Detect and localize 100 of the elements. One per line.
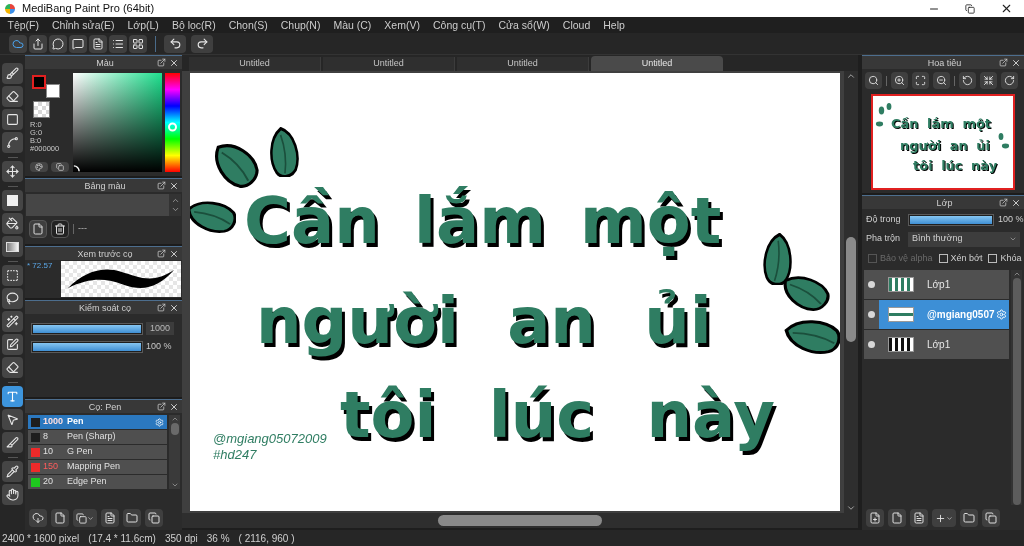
folder-button[interactable] [960, 509, 978, 527]
cloud-sync-button[interactable] [9, 34, 27, 53]
page-button[interactable] [89, 34, 107, 53]
menu-item[interactable]: Chọn(S) [222, 17, 275, 33]
navigator-button[interactable] [891, 72, 908, 89]
navigator-button[interactable] [1001, 72, 1018, 89]
menu-item[interactable]: Tệp(F) [1, 17, 46, 33]
share-button[interactable] [29, 34, 47, 53]
menu-item[interactable]: Chỉnh sửa(E) [45, 17, 121, 33]
brush-list-item[interactable]: 10 G Pen [28, 445, 167, 459]
navigator-button[interactable] [980, 72, 997, 89]
scrollbar-thumb[interactable] [846, 237, 856, 342]
navigator-button[interactable] [959, 72, 976, 89]
menu-item[interactable]: Công cụ(T) [426, 17, 492, 33]
color-picker-square[interactable] [73, 73, 162, 172]
scrollbar[interactable] [169, 415, 180, 489]
tool-button[interactable] [2, 334, 23, 355]
blend-mode-label: Pha trộn [866, 232, 902, 246]
palette-button[interactable] [30, 162, 48, 172]
navigator-button[interactable] [865, 72, 882, 89]
vertical-scrollbar[interactable] [844, 71, 858, 513]
canvas-tab[interactable]: Untitled [323, 57, 455, 71]
tool-button[interactable] [2, 409, 23, 430]
tool-button[interactable] [2, 461, 23, 482]
palette-swatch-area[interactable] [26, 194, 169, 216]
restore-icon [965, 3, 975, 14]
hue-slider[interactable] [165, 73, 180, 172]
layer-item[interactable]: Lớp1 [879, 330, 1009, 359]
layer-thumbnail [888, 337, 914, 352]
tool-button[interactable] [2, 484, 23, 505]
tool-button[interactable] [2, 63, 23, 84]
tool-button[interactable] [2, 386, 23, 407]
color-swatch[interactable] [46, 84, 60, 98]
redo-button[interactable] [191, 34, 213, 53]
layer-item[interactable]: Lớp1 [879, 270, 1009, 299]
add-layer-button[interactable] [932, 509, 956, 527]
copy-brush-button[interactable] [73, 509, 97, 527]
duplicate-layer-button[interactable] [982, 509, 1000, 527]
speech-bubble-button[interactable] [49, 34, 67, 53]
menu-item[interactable]: Lớp(L) [120, 17, 166, 33]
tool-button[interactable] [2, 86, 23, 107]
navigator-button[interactable] [933, 72, 950, 89]
file-icon [54, 512, 66, 524]
grid-button[interactable] [129, 34, 147, 53]
tool-button[interactable] [2, 190, 23, 211]
color-swatch[interactable] [32, 75, 46, 89]
scrollbar-thumb[interactable] [1012, 278, 1021, 505]
new-brush-button[interactable] [51, 509, 69, 527]
tool-button[interactable] [2, 432, 23, 453]
menu-item[interactable]: Xem(V) [377, 17, 427, 33]
menu-item[interactable]: Bộ lọc(R) [165, 17, 223, 33]
folder-button[interactable] [123, 509, 141, 527]
horizontal-scrollbar[interactable] [182, 513, 858, 528]
navigator-button[interactable] [912, 72, 929, 89]
tool-button[interactable] [2, 213, 23, 234]
tool-button[interactable] [2, 311, 23, 332]
new-layer-button[interactable] [866, 509, 884, 527]
menu-item[interactable]: Help [596, 17, 632, 33]
cloud-download-button[interactable] [29, 509, 47, 527]
brush-list-item[interactable]: 8 Pen (Sharp) [28, 430, 167, 444]
brush-settings-button[interactable] [101, 509, 119, 527]
new-blank-layer-button[interactable] [888, 509, 906, 527]
transparent-swatch[interactable] [33, 101, 50, 118]
comment-button[interactable] [69, 34, 87, 53]
scrollbar[interactable] [1011, 270, 1022, 505]
menu-item[interactable]: Màu (C) [326, 17, 378, 33]
tool-button[interactable] [2, 161, 23, 182]
checkbox[interactable] [988, 253, 998, 263]
copy-color-button[interactable] [51, 162, 69, 172]
slider-value: 100 % [146, 340, 172, 353]
duplicate-button[interactable] [145, 509, 163, 527]
menu-item[interactable]: Chụp(N) [274, 17, 327, 33]
new-text-layer-button[interactable] [910, 509, 928, 527]
canvas-tab[interactable]: Untitled [591, 56, 723, 71]
hue-slider-thumb[interactable] [168, 122, 177, 132]
brush-list-item[interactable]: 20 Edge Pen [28, 475, 167, 489]
tool-button[interactable] [2, 236, 23, 257]
file-plus-icon [869, 512, 881, 524]
brush-list-item[interactable]: 1000 Pen [28, 415, 167, 429]
tool-button[interactable] [2, 109, 23, 130]
tool-button[interactable] [2, 132, 23, 153]
canvas-tab[interactable]: Untitled [189, 57, 321, 71]
scrollbar-thumb[interactable] [438, 515, 602, 526]
blend-mode-dropdown[interactable]: Bình thường [908, 231, 1020, 247]
tool-button[interactable] [2, 265, 23, 286]
slider-value-field[interactable]: 1000 [146, 322, 174, 335]
menu-item[interactable]: Cloud [556, 17, 597, 33]
brush-list-item[interactable]: 150 Mapping Pen [28, 460, 167, 474]
undo-button[interactable] [164, 34, 186, 53]
checkbox[interactable] [938, 253, 948, 263]
caret-icon [1009, 235, 1017, 243]
layer-thumbnail [888, 307, 914, 322]
tool-button[interactable] [2, 288, 23, 309]
canvas-tab[interactable]: Untitled [457, 57, 589, 71]
new-palette-button[interactable] [29, 220, 47, 238]
scrollbar-thumb[interactable] [170, 423, 179, 435]
list-button[interactable] [109, 34, 127, 53]
delete-palette-button[interactable] [51, 220, 69, 238]
menu-item[interactable]: Cửa sổ(W) [491, 17, 557, 33]
tool-button[interactable] [2, 357, 23, 378]
